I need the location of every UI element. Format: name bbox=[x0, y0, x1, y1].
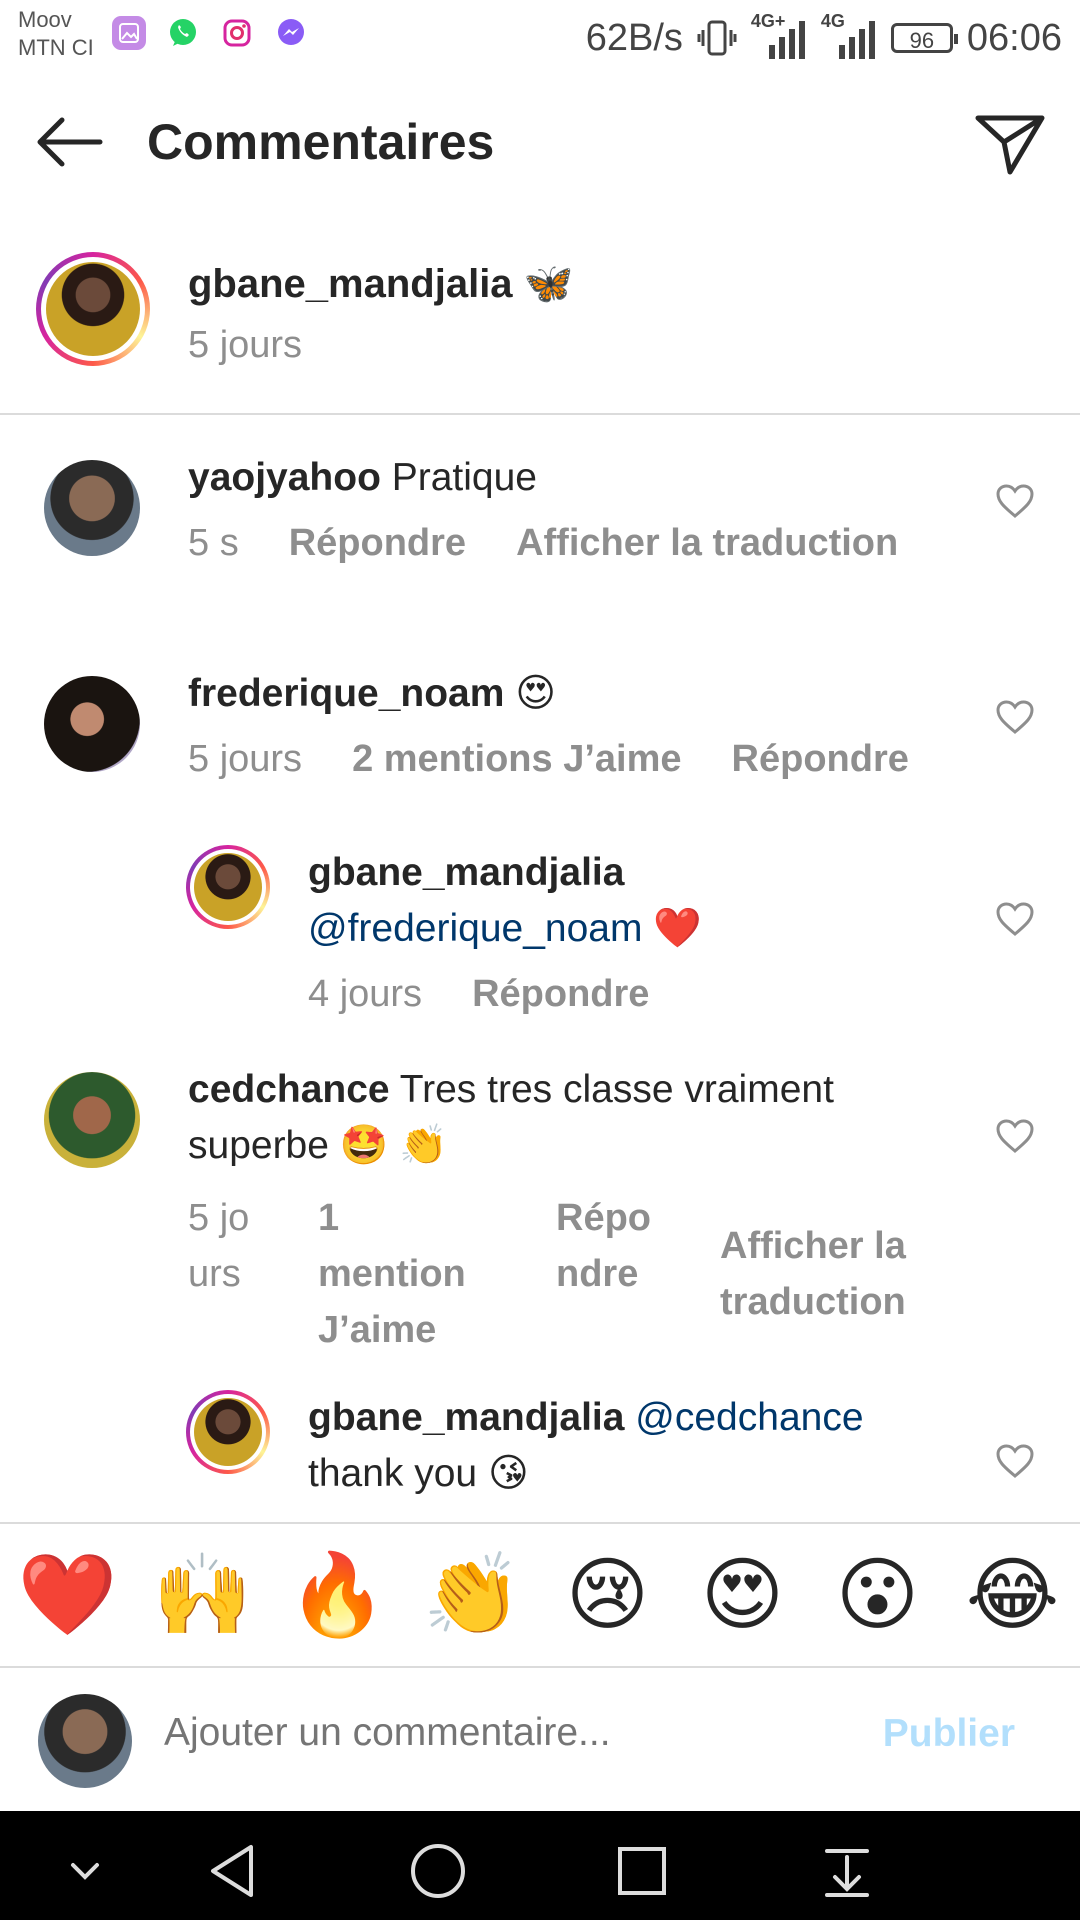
system-navigation-bar bbox=[0, 1811, 1080, 1920]
battery-icon: 96 bbox=[890, 23, 958, 53]
avatar-story-ring[interactable] bbox=[186, 1390, 270, 1474]
translate-button[interactable]: Afficher la traduction bbox=[516, 522, 898, 565]
gallery-icon bbox=[112, 16, 146, 50]
avatar-story-ring[interactable] bbox=[36, 252, 150, 366]
reaction-raising-hands[interactable]: 🙌 bbox=[148, 1550, 258, 1640]
whatsapp-icon bbox=[166, 16, 200, 50]
reaction-heart[interactable]: ❤️ bbox=[13, 1550, 123, 1640]
reply-button[interactable]: Répondre bbox=[556, 1190, 666, 1302]
like-heart-icon[interactable] bbox=[995, 698, 1035, 738]
status-bar: Moov MTN CI 62B/s 4G+ 4G 96 06:06 bbox=[0, 0, 1080, 75]
network-type-2: 4G bbox=[820, 11, 845, 31]
avatar[interactable] bbox=[44, 460, 140, 556]
reply-button[interactable]: Répondre bbox=[472, 973, 649, 1016]
home-circle-icon[interactable] bbox=[408, 1841, 468, 1901]
comment-username[interactable]: frederique_noam bbox=[188, 672, 504, 715]
reaction-laughing[interactable]: 😂 bbox=[958, 1550, 1068, 1640]
reply-text: ❤️ bbox=[653, 907, 702, 950]
back-arrow-icon bbox=[37, 117, 103, 167]
network-type-1: 4G+ bbox=[750, 11, 786, 31]
battery-level: 96 bbox=[909, 28, 935, 53]
header: Commentaires bbox=[0, 90, 1080, 195]
comment-time: 5 jours bbox=[188, 738, 303, 780]
quick-reactions-bar: ❤️ 🙌 🔥 👏 😢 😍 😮 😂 bbox=[0, 1522, 1080, 1668]
mention-link[interactable]: @cedchance bbox=[635, 1396, 863, 1439]
recents-square-icon[interactable] bbox=[612, 1841, 672, 1901]
network-speed: 62B/s bbox=[585, 16, 683, 59]
avatar-story-ring[interactable] bbox=[186, 845, 270, 929]
reaction-surprised[interactable]: 😮 bbox=[823, 1550, 933, 1640]
back-button[interactable] bbox=[30, 110, 110, 174]
clock: 06:06 bbox=[966, 16, 1062, 59]
reply-username[interactable]: gbane_mandjalia bbox=[308, 845, 1008, 901]
share-button[interactable] bbox=[970, 108, 1050, 180]
reply-time: 4 jours bbox=[308, 973, 423, 1015]
comment-time: 5 jours bbox=[188, 1197, 250, 1295]
comment-text: 😍 bbox=[515, 672, 556, 715]
carrier-label: Moov MTN CI bbox=[18, 6, 94, 62]
signal-4g-plus-icon: 4G+ bbox=[750, 11, 807, 63]
avatar bbox=[194, 1398, 262, 1466]
translate-button[interactable]: Afficher la traduction bbox=[720, 1218, 940, 1330]
carrier-line-1: Moov bbox=[18, 7, 72, 32]
vibrate-icon bbox=[697, 20, 737, 56]
mention-link[interactable]: @frederique_noam bbox=[308, 907, 642, 950]
reply-text: thank you 😘 bbox=[308, 1452, 529, 1495]
reaction-sad[interactable]: 😢 bbox=[553, 1550, 663, 1640]
comment-input[interactable] bbox=[162, 1710, 806, 1756]
comment-username[interactable]: cedchance bbox=[188, 1068, 390, 1111]
avatar[interactable] bbox=[44, 1072, 140, 1168]
avatar bbox=[194, 853, 262, 921]
user-avatar bbox=[38, 1694, 132, 1788]
carrier-line-2: MTN CI bbox=[18, 35, 94, 60]
notification-pull-down-icon[interactable] bbox=[817, 1841, 877, 1901]
reply-username[interactable]: gbane_mandjalia bbox=[308, 1396, 624, 1439]
comment-text: Pratique bbox=[391, 456, 537, 499]
reply-button[interactable]: Répondre bbox=[732, 738, 909, 781]
paper-plane-icon bbox=[975, 115, 1045, 175]
likes-count[interactable]: 2 mentions J’aime bbox=[352, 738, 681, 781]
caption-username[interactable]: gbane_mandjalia bbox=[188, 262, 513, 306]
caption-time: 5 jours bbox=[188, 324, 303, 366]
status-right: 62B/s 4G+ 4G 96 06:06 bbox=[586, 10, 1062, 66]
post-caption: gbane_mandjalia 🦋 5 jours bbox=[0, 238, 1080, 415]
comment-time: 5 s bbox=[188, 522, 239, 564]
reply-button[interactable]: Répondre bbox=[289, 522, 466, 565]
comment-username[interactable]: yaojyahoo bbox=[188, 456, 381, 499]
messenger-icon bbox=[274, 16, 308, 50]
page-title: Commentaires bbox=[147, 114, 495, 170]
like-heart-icon[interactable] bbox=[995, 1442, 1035, 1482]
publish-button[interactable]: Publier bbox=[883, 1712, 1015, 1756]
comment-meta: 5 jours 1 mention J’aime Répondre Affich… bbox=[188, 1190, 988, 1351]
like-heart-icon[interactable] bbox=[995, 900, 1035, 940]
reaction-heart-eyes[interactable]: 😍 bbox=[688, 1550, 798, 1640]
avatar bbox=[46, 262, 140, 356]
signal-4g-icon: 4G bbox=[820, 11, 877, 63]
comment-composer: Publier bbox=[0, 1668, 1080, 1811]
notification-icons bbox=[112, 16, 308, 50]
instagram-icon bbox=[220, 16, 254, 50]
avatar[interactable] bbox=[44, 676, 140, 772]
reaction-clap[interactable]: 👏 bbox=[418, 1550, 528, 1640]
butterfly-emoji: 🦋 bbox=[523, 262, 574, 306]
like-heart-icon[interactable] bbox=[995, 482, 1035, 522]
back-triangle-icon[interactable] bbox=[205, 1841, 265, 1901]
chevron-down-icon[interactable] bbox=[55, 1841, 115, 1901]
likes-count[interactable]: 1 mention J’aime bbox=[318, 1190, 488, 1358]
like-heart-icon[interactable] bbox=[995, 1117, 1035, 1157]
reaction-fire[interactable]: 🔥 bbox=[283, 1550, 393, 1640]
